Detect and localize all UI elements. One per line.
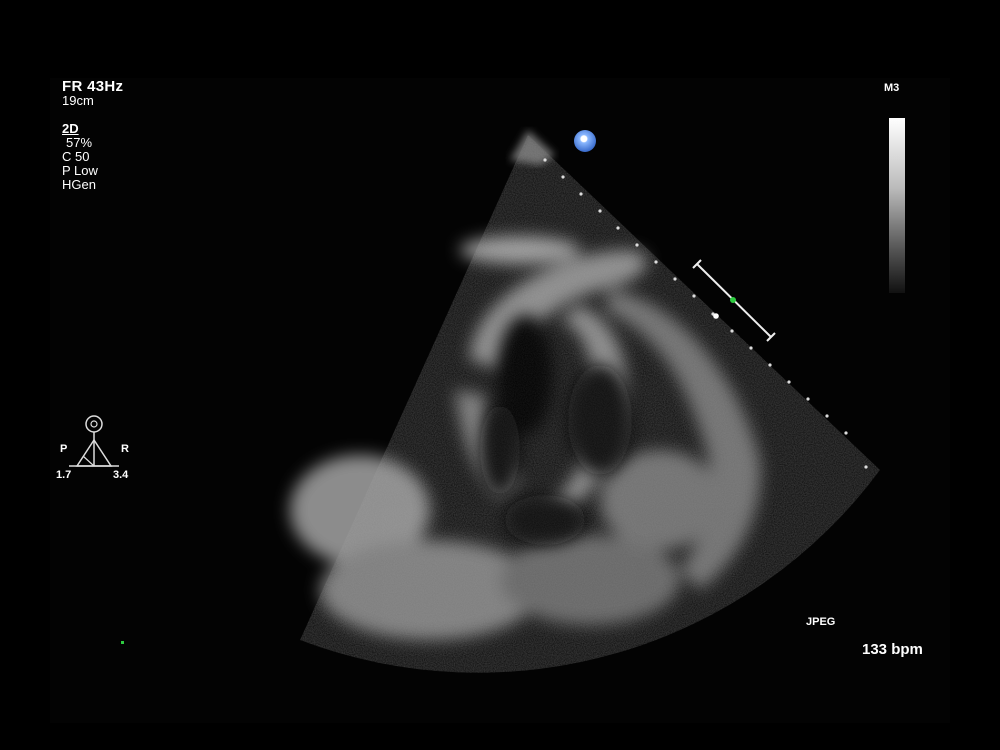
echo-image [290,130,880,673]
orientation-right-value: 3.4 [113,469,129,481]
grayscale-bar [889,118,905,293]
heart-rate: 133 bpm [862,641,923,658]
caliper-dot [730,297,736,303]
orientation-left-value: 1.7 [56,469,72,481]
orientation-marker-icon [574,130,596,152]
orientation-left: P [60,443,68,455]
compression: C 50 [62,149,90,164]
format-label: JPEG [806,616,836,628]
orientation-right: R [121,443,129,455]
gain: 57% [66,135,93,150]
power: P Low [62,163,98,178]
acquisition-readout: FR 43Hz 19cm 2D 57% C 50 P Low HGen [62,78,124,192]
frequency: HGen [62,177,96,192]
probe-orientation-icon: P R 1.7 3.4 [55,412,135,487]
probe-label: M3 [884,82,900,94]
depth: 19cm [62,93,94,108]
mode: 2D [62,121,79,136]
ecg-marker-dot [121,641,124,644]
frame-rate: FR 43Hz [62,78,124,95]
